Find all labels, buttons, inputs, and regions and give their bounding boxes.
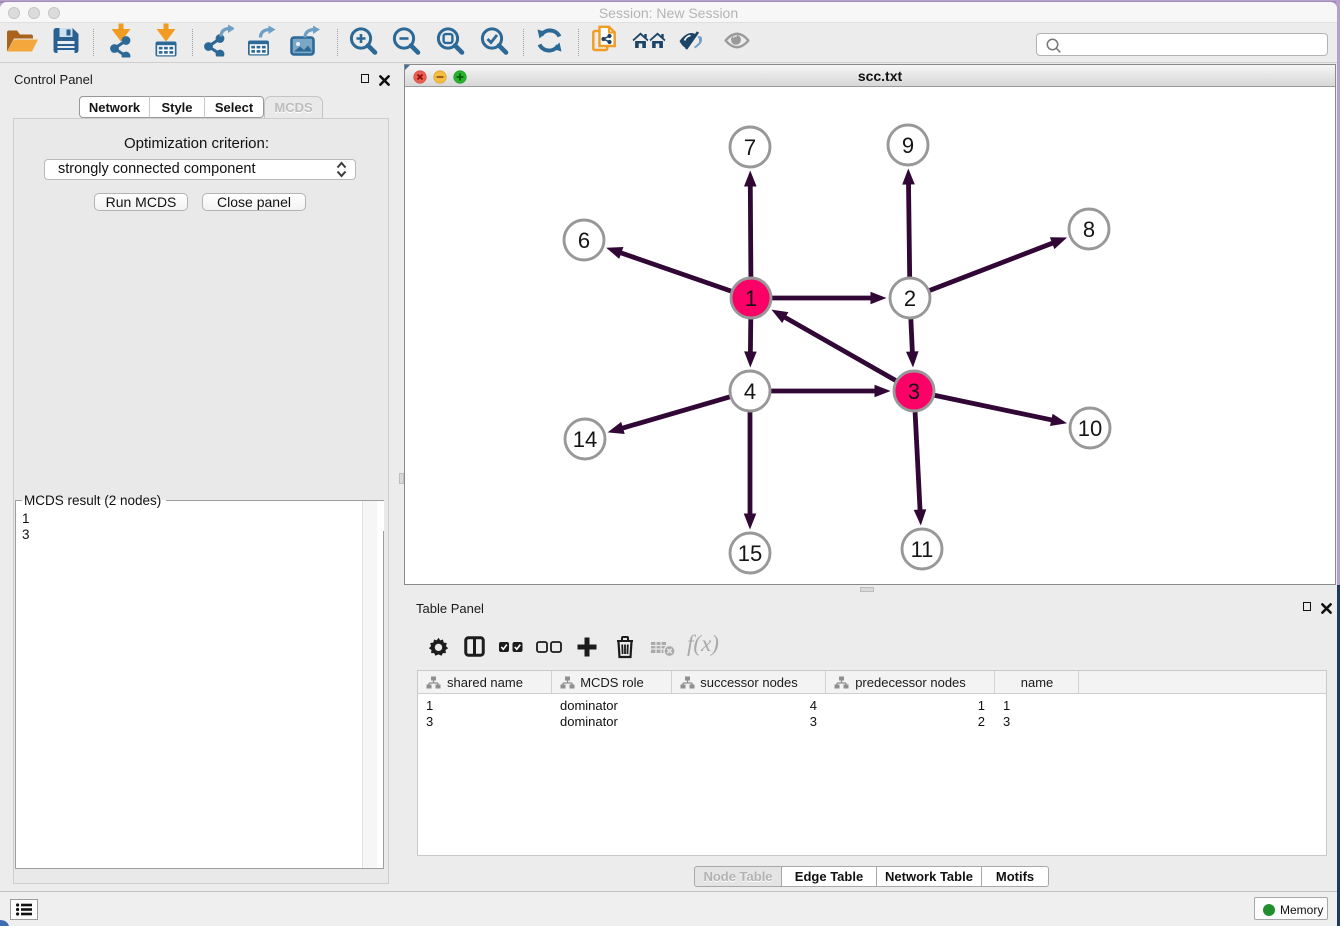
svg-text:3: 3 — [908, 379, 920, 404]
svg-text:15: 15 — [738, 541, 762, 566]
svg-text:10: 10 — [1078, 416, 1102, 441]
svg-text:14: 14 — [573, 427, 597, 452]
svg-text:1: 1 — [745, 286, 757, 311]
svg-text:9: 9 — [902, 133, 914, 158]
svg-text:2: 2 — [904, 286, 916, 311]
svg-text:6: 6 — [578, 228, 590, 253]
svg-text:11: 11 — [911, 537, 934, 562]
svg-text:8: 8 — [1083, 217, 1095, 242]
svg-text:4: 4 — [744, 379, 756, 404]
svg-text:7: 7 — [744, 135, 756, 160]
